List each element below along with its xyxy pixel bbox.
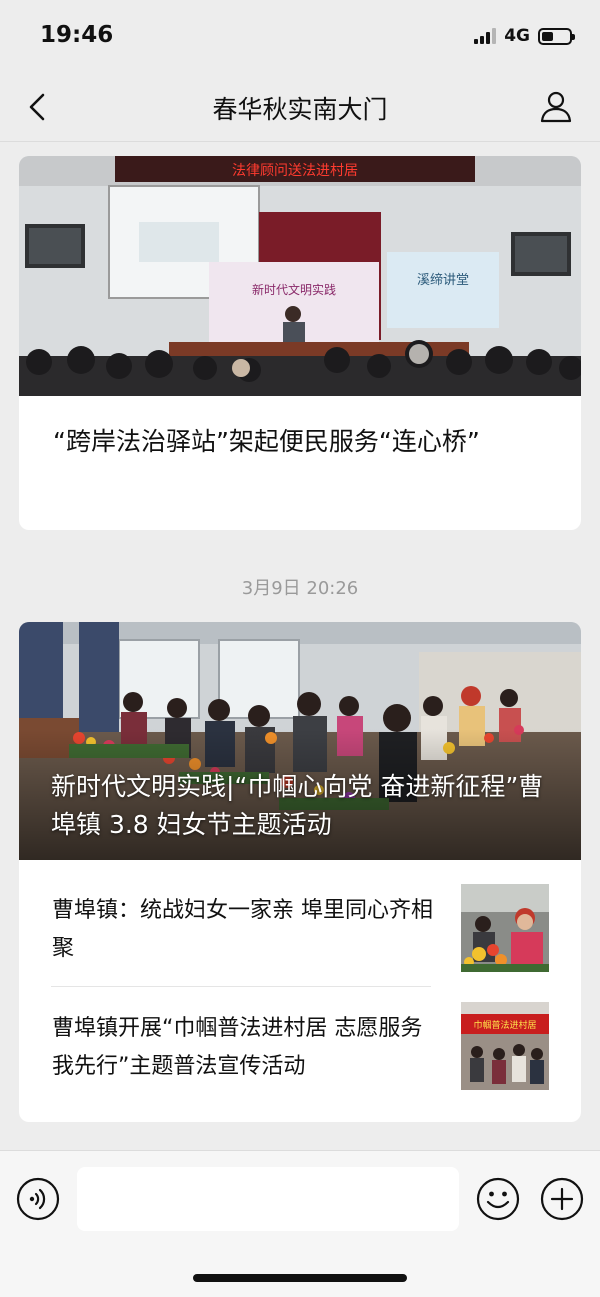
sub-article-thumbnail: 巾帼普法进村居 <box>461 1002 549 1090</box>
voice-button[interactable] <box>16 1177 60 1221</box>
emoji-icon <box>476 1177 520 1221</box>
profile-button[interactable] <box>538 88 574 124</box>
status-bar: 19:46 4G <box>0 0 600 72</box>
sub-article-item[interactable]: 曹埠镇：统战妇女一家亲 埠里同心齐相聚 <box>19 866 581 984</box>
sub-article-thumbnail <box>461 884 549 972</box>
sub-article-item[interactable]: 曹埠镇开展“巾帼普法进村居 志愿服务我先行”主题普法宣传活动 巾帼普法进村居 <box>19 984 581 1102</box>
timestamp: 3月9日 20:26 <box>241 578 359 599</box>
nav-bar: 春华秋实南大门 <box>0 72 600 142</box>
thumb-banner-text: 巾帼普法进村居 <box>473 1019 536 1031</box>
status-indicators: 4G <box>474 26 575 46</box>
article-title: “跨岸法治驿站”架起便民服务“连心桥” <box>53 427 480 456</box>
home-indicator <box>193 1274 407 1282</box>
article-group-card: 新时代文明实践|“巾帼心向党 奋进新征程”曹埠镇 3.8 妇女节主题活动 曹埠镇… <box>19 622 581 1122</box>
legal-promotion-photo: 巾帼普法进村居 <box>461 1002 549 1090</box>
status-time: 19:46 <box>40 22 114 48</box>
more-button[interactable] <box>540 1177 584 1221</box>
photo-board-text-2: 溪缔讲堂 <box>417 272 469 288</box>
voice-icon <box>16 1177 60 1221</box>
chat-input-bar <box>0 1150 600 1297</box>
article-card[interactable]: 法律顾问送法进村居 新时代文明实践 溪缔讲堂 “跨岸法治驿站”架起便民服务“连心… <box>19 156 581 530</box>
battery-icon <box>538 27 575 45</box>
photo-banner-text: 法律顾问送法进村居 <box>232 163 358 179</box>
signal-icon <box>474 28 497 44</box>
message-input[interactable] <box>77 1167 459 1231</box>
main-article-title: 新时代文明实践|“巾帼心向党 奋进新征程”曹埠镇 3.8 妇女节主题活动 <box>51 772 544 839</box>
meeting-room-photo: 法律顾问送法进村居 新时代文明实践 溪缔讲堂 <box>19 156 581 396</box>
emoji-button[interactable] <box>476 1177 520 1221</box>
photo-board-text: 新时代文明实践 <box>252 282 336 297</box>
network-label: 4G <box>504 26 530 46</box>
page-title: 春华秋实南大门 <box>212 95 388 124</box>
main-article-cover[interactable]: 新时代文明实践|“巾帼心向党 奋进新征程”曹埠镇 3.8 妇女节主题活动 <box>19 622 581 860</box>
profile-icon <box>540 91 572 123</box>
sub-article-title: 曹埠镇：统战妇女一家亲 埠里同心齐相聚 <box>52 898 433 961</box>
plus-icon <box>540 1177 584 1221</box>
flower-portrait-photo <box>461 884 549 972</box>
article-cover-image: 法律顾问送法进村居 新时代文明实践 溪缔讲堂 <box>19 156 581 396</box>
sub-article-title: 曹埠镇开展“巾帼普法进村居 志愿服务我先行”主题普法宣传活动 <box>52 1016 423 1079</box>
